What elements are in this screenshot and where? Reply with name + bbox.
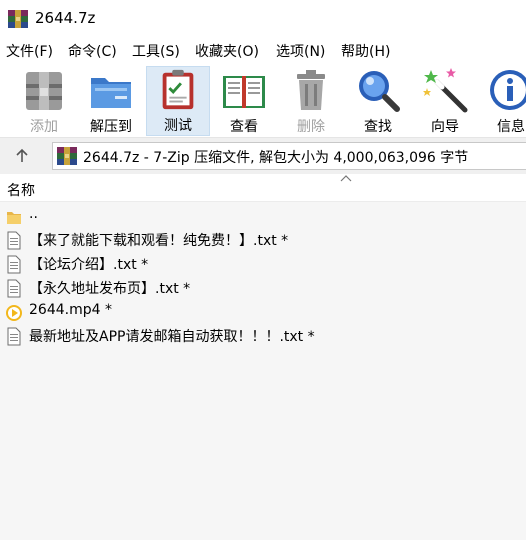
info-label: 信息: [497, 119, 525, 135]
file-name: ..: [29, 206, 38, 222]
test-label: 测试: [164, 118, 192, 134]
address-bar: 2644.7z - 7-Zip 压缩文件, 解包大小为 4,000,063,09…: [0, 138, 526, 174]
menu-tools[interactable]: 工具(S): [132, 41, 180, 61]
wizard-wand-icon: [423, 68, 468, 113]
winrar-app-icon: [8, 10, 28, 28]
file-list: .. 【来了就能下载和观看！纯免费！】.txt * 【论坛介绍】.txt * 【…: [0, 202, 526, 540]
text-file-icon: [7, 231, 21, 250]
list-header: 名称: [0, 174, 526, 202]
add-button[interactable]: 添加: [18, 66, 70, 136]
toolbar: 添加 解压到 测试 查看 删除 查找 向导 信息: [0, 64, 526, 138]
sort-ascending-icon: [340, 175, 352, 182]
find-label: 查找: [364, 119, 392, 135]
file-name: 2644.mp4 *: [29, 302, 112, 318]
menu-bar: 文件(F) 命令(C) 工具(S) 收藏夹(O) 选项(N) 帮助(H): [0, 38, 526, 64]
file-name: 【论坛介绍】.txt *: [29, 257, 149, 273]
menu-favorites[interactable]: 收藏夹(O): [195, 41, 259, 61]
wizard-button[interactable]: 向导: [420, 66, 470, 136]
list-item[interactable]: 【永久地址发布页】.txt *: [0, 276, 526, 300]
info-button[interactable]: 信息: [486, 66, 526, 136]
text-file-icon: [7, 279, 21, 298]
list-item[interactable]: 【来了就能下载和观看！纯免费！】.txt *: [0, 228, 526, 252]
extract-folder-icon: [91, 78, 131, 108]
wizard-label: 向导: [431, 119, 459, 135]
folder-up-icon: [7, 212, 21, 224]
view-button[interactable]: 查看: [218, 66, 270, 136]
add-label: 添加: [30, 119, 58, 135]
delete-label: 删除: [297, 119, 325, 135]
path-text: 2644.7z - 7-Zip 压缩文件, 解包大小为 4,000,063,09…: [83, 150, 469, 166]
video-file-icon: [6, 305, 22, 321]
find-button[interactable]: 查找: [352, 66, 404, 136]
menu-help[interactable]: 帮助(H): [341, 41, 390, 61]
list-item[interactable]: 最新地址及APP请发邮箱自动获取！！！.txt *: [0, 324, 526, 348]
text-file-icon: [7, 255, 21, 274]
add-archive-icon: [26, 72, 62, 110]
file-name: 【永久地址发布页】.txt *: [29, 281, 191, 297]
test-button[interactable]: 测试: [146, 66, 210, 136]
menu-options[interactable]: 选项(N): [276, 41, 325, 61]
trash-icon: [297, 70, 325, 110]
test-clipboard-icon: [162, 69, 194, 110]
up-folder-button[interactable]: [6, 142, 38, 170]
view-label: 查看: [230, 119, 258, 135]
view-book-icon: [223, 76, 265, 108]
window-title: 2644.7z: [35, 9, 96, 27]
extract-to-button[interactable]: 解压到: [82, 66, 140, 136]
menu-file[interactable]: 文件(F): [6, 41, 53, 61]
delete-button[interactable]: 删除: [286, 66, 336, 136]
list-item[interactable]: ..: [0, 204, 526, 228]
list-item[interactable]: 2644.mp4 *: [0, 300, 526, 324]
extract-to-label: 解压到: [90, 119, 132, 135]
title-bar: 2644.7z: [0, 0, 526, 38]
magnifier-icon: [359, 71, 400, 112]
arrow-up-icon: [16, 148, 28, 162]
column-header-name[interactable]: 名称: [7, 180, 35, 200]
archive-icon: [57, 147, 77, 165]
file-name: 最新地址及APP请发邮箱自动获取！！！.txt *: [29, 329, 315, 345]
menu-commands[interactable]: 命令(C): [68, 41, 117, 61]
info-icon: [490, 70, 526, 110]
path-field[interactable]: 2644.7z - 7-Zip 压缩文件, 解包大小为 4,000,063,09…: [52, 142, 526, 170]
text-file-icon: [7, 327, 21, 346]
file-name: 【来了就能下载和观看！纯免费！】.txt *: [29, 233, 289, 249]
list-item[interactable]: 【论坛介绍】.txt *: [0, 252, 526, 276]
